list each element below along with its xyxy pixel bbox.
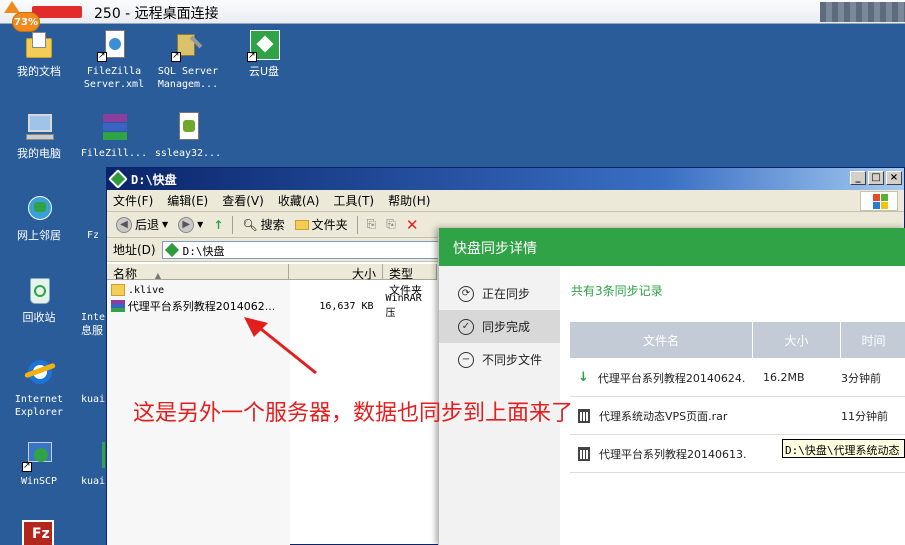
- windows-logo-icon: [860, 191, 898, 211]
- nav-not-synced[interactable]: − 不同步文件: [439, 343, 560, 376]
- annotation-arrow-icon: [244, 317, 317, 375]
- winscp-icon: [22, 440, 56, 473]
- copy-to-button[interactable]: ⎘: [383, 217, 399, 232]
- move-icon: ⎘: [366, 217, 377, 231]
- redacted-address: [32, 6, 82, 18]
- iis-icon: [68, 276, 102, 308]
- sync-icon: ⟳: [458, 285, 474, 302]
- toolbar-separator: [232, 215, 234, 234]
- minus-icon: −: [458, 351, 474, 368]
- desktop-icon-kuaipan-partial[interactable]: kuai: [65, 358, 105, 406]
- title-bar-controls[interactable]: [820, 2, 905, 22]
- dropdown-arrow-icon: ▼: [162, 220, 169, 229]
- menu-tools[interactable]: 工具(T): [333, 192, 374, 209]
- column-filename[interactable]: 文件名: [570, 322, 753, 358]
- forward-button[interactable]: ▶ ▼: [175, 216, 206, 233]
- filezilla-red-icon[interactable]: Fz: [22, 520, 54, 545]
- winrar-archive-icon: [97, 112, 131, 144]
- file-row[interactable]: 代理平台系列教程2014062... 16,637 KB WinRAR 压: [111, 293, 437, 319]
- remote-desktop-title-bar: 250 - 远程桌面连接: [0, 0, 905, 24]
- toolbar-separator: [356, 215, 358, 234]
- check-icon: ✓: [458, 318, 474, 335]
- filezilla-icon: [68, 194, 102, 226]
- dropdown-arrow-icon: ▼: [197, 220, 204, 229]
- column-type[interactable]: 类型: [383, 264, 437, 281]
- desktop-icon-my-documents[interactable]: 我的文档: [3, 30, 75, 78]
- menu-help[interactable]: 帮助(H): [388, 192, 430, 209]
- nav-sync-complete[interactable]: ✓ 同步完成: [439, 310, 560, 343]
- maximize-button[interactable]: □: [868, 171, 884, 185]
- recycle-bin-icon: [22, 276, 56, 308]
- column-size[interactable]: 大小: [753, 322, 841, 358]
- desktop-icon-filezilla-partial[interactable]: Fz: [65, 194, 105, 242]
- sql-server-icon: [171, 30, 205, 63]
- desktop-icon-iis-partial[interactable]: Inte 息服: [65, 276, 105, 337]
- badge-percent: 73%: [12, 12, 40, 32]
- address-input[interactable]: D:\快盘: [161, 240, 472, 259]
- explorer-title-bar[interactable]: D:\快盘 _ □ ×: [107, 168, 904, 190]
- search-icon: 🔍︎: [242, 217, 258, 232]
- desktop-icon-my-computer[interactable]: 我的电脑: [3, 112, 75, 160]
- sync-details-panel[interactable]: 快盘同步详情 ⟳ 正在同步 ✓ 同步完成 − 不同步文件 共有3条同步记录 文件…: [438, 228, 905, 545]
- network-icon: [22, 194, 56, 226]
- explorer-title: D:\快盘: [131, 173, 177, 187]
- minimize-button[interactable]: _: [850, 171, 866, 185]
- desktop-icon-ssleay[interactable]: ssleay32...: [152, 112, 224, 160]
- nav-syncing[interactable]: ⟳ 正在同步: [439, 277, 560, 310]
- badge-arrow-icon: [4, 1, 20, 13]
- close-button[interactable]: ×: [886, 171, 902, 185]
- sync-table-header: 文件名 大小 时间: [570, 322, 905, 358]
- kuaipan-icon: [68, 358, 102, 390]
- annotation-text: 这是另外一个服务器，数据也同步到上面来了: [133, 401, 574, 426]
- search-button[interactable]: 🔍︎ 搜索: [239, 216, 287, 233]
- move-to-button[interactable]: ⎘: [364, 217, 380, 232]
- forward-arrow-icon: ▶: [178, 216, 195, 233]
- delete-x-icon: ✕: [405, 215, 419, 234]
- back-arrow-icon: ◀: [116, 216, 132, 233]
- up-folder-button[interactable]: ↑: [210, 218, 226, 232]
- desktop-icon-filezilla-xml[interactable]: FileZilla Server.xml: [78, 30, 150, 91]
- folder-icon: [111, 284, 125, 296]
- menu-favorites[interactable]: 收藏(A): [278, 192, 320, 209]
- trash-icon: [578, 446, 590, 461]
- desktop-icon-filezilla-rar[interactable]: FileZill...: [78, 112, 150, 160]
- folder-icon: [294, 219, 309, 230]
- my-documents-icon: [22, 30, 56, 62]
- path-tooltip: D:\快盘\代理系统动态: [782, 439, 905, 458]
- table-row[interactable]: ↓ 代理平台系列教程20140624. 16.2MB 3分钟前: [570, 359, 905, 397]
- trash-icon: [578, 408, 590, 423]
- column-time[interactable]: 时间: [841, 322, 905, 358]
- winrar-archive-icon: [111, 300, 125, 312]
- menu-edit[interactable]: 编辑(E): [167, 192, 208, 209]
- desktop-icon-cloud-disk[interactable]: 云U盘: [228, 30, 300, 78]
- up-folder-icon: ↑: [213, 217, 224, 232]
- desktop-icon-kuaipan-partial-2[interactable]: kuai: [65, 440, 105, 488]
- xml-file-icon: [97, 30, 131, 63]
- sync-panel-title: 快盘同步详情: [439, 228, 905, 266]
- kuaipan-icon: [68, 440, 105, 472]
- internet-explorer-icon: [22, 358, 56, 390]
- column-name[interactable]: 名称 ▲: [107, 264, 289, 281]
- table-row[interactable]: 代理系统动态VPS页面.rar 11分钟前: [570, 397, 905, 435]
- menu-view[interactable]: 查看(V): [222, 192, 264, 209]
- record-count: 共有3条同步记录: [571, 284, 663, 298]
- column-size[interactable]: 大小: [289, 264, 383, 281]
- download-arrow-icon: ↓: [578, 370, 589, 385]
- cloud-disk-icon: [247, 30, 281, 63]
- copy-icon: ⎘: [386, 217, 396, 231]
- folders-button[interactable]: 文件夹: [292, 216, 351, 233]
- delete-button[interactable]: ✕: [403, 216, 422, 234]
- address-label: 地址(D): [113, 243, 156, 257]
- menu-file[interactable]: 文件(F): [113, 192, 153, 209]
- remote-desktop-title: 250 - 远程桌面连接: [94, 6, 219, 22]
- sort-ascending-icon: ▲: [154, 271, 161, 280]
- column-headers: 名称 ▲ 大小 类型: [107, 264, 437, 281]
- menu-bar: 文件(F) 编辑(E) 查看(V) 收藏(A) 工具(T) 帮助(H): [107, 190, 904, 212]
- kuaipan-folder-icon: [108, 169, 128, 189]
- desktop-icon-sql-server[interactable]: SQL Server Managem...: [152, 30, 224, 91]
- dll-file-icon: [171, 112, 205, 144]
- back-button[interactable]: ◀ 后退 ▼: [113, 216, 171, 233]
- my-computer-icon: [22, 112, 56, 144]
